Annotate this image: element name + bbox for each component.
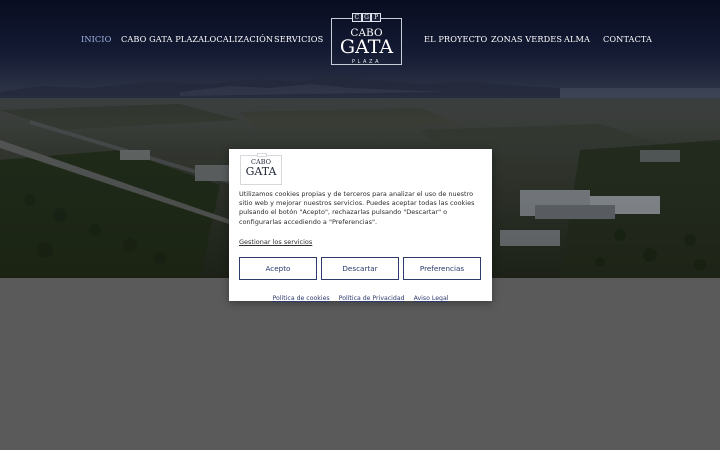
logo-badge-letter: C xyxy=(352,13,362,22)
modal-logo-badge xyxy=(257,153,267,157)
legal-notice-link[interactable]: Aviso Legal xyxy=(414,295,449,302)
logo-line-gata: GATA xyxy=(339,36,394,58)
page-content-area xyxy=(0,278,720,450)
accept-button[interactable]: Acepto xyxy=(239,257,317,280)
preferences-button[interactable]: Preferencias xyxy=(403,257,481,280)
logo-line-plaza: PLAZA xyxy=(351,59,382,65)
nav-item-alma[interactable]: ALMA xyxy=(564,33,590,45)
nav-item-contacta[interactable]: CONTACTA xyxy=(603,33,652,45)
nav-item-servicios[interactable]: SERVICIOS xyxy=(274,33,323,45)
reject-button[interactable]: Descartar xyxy=(321,257,399,280)
logo-badge-letter: G xyxy=(361,13,372,22)
cookie-description: Utilizamos cookies propias y de terceros… xyxy=(239,190,475,226)
privacy-policy-link[interactable]: Política de Privacidad xyxy=(339,295,405,302)
modal-logo-main: GATA xyxy=(245,165,277,178)
logo-badge-letter: P xyxy=(371,13,382,22)
nav-item-inicio[interactable]: INICIO xyxy=(81,33,111,45)
nav-item-localizacion[interactable]: LOCALIZACIÓN xyxy=(204,33,273,45)
modal-logo: CABO GATA xyxy=(240,153,282,185)
nav-item-cabo-gata-plaza[interactable]: CABO GATA PLAZA xyxy=(121,33,204,45)
modal-footer-links: Política de cookies Política de Privacid… xyxy=(229,285,492,302)
manage-services-link[interactable]: Gestionar los servicios xyxy=(239,238,312,247)
nav-item-zonas-verdes[interactable]: ZONAS VERDES xyxy=(491,33,562,45)
nav-item-el-proyecto[interactable]: EL PROYECTO xyxy=(424,33,487,45)
cookies-policy-link[interactable]: Política de cookies xyxy=(273,295,330,302)
cookie-consent-modal: CABO GATA Utilizamos cookies propias y d… xyxy=(229,149,492,302)
site-logo[interactable]: C G P CABO GATA PLAZA xyxy=(331,13,402,65)
logo-badge: C G P xyxy=(352,13,382,22)
